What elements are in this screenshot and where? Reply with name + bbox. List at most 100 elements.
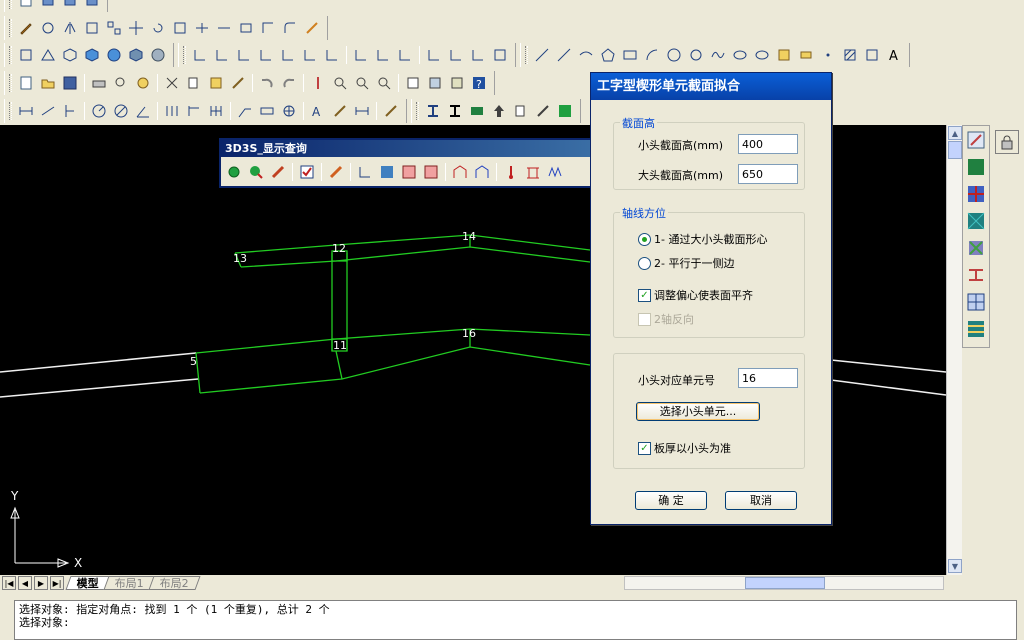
linear-dim-icon[interactable] bbox=[15, 100, 37, 122]
layer-icon[interactable] bbox=[965, 318, 987, 340]
paste-clip-icon[interactable] bbox=[205, 72, 227, 94]
cut-icon[interactable] bbox=[161, 72, 183, 94]
ucs-face-icon[interactable] bbox=[255, 44, 277, 66]
new-icon[interactable] bbox=[15, 0, 37, 11]
horizontal-scroll-thumb[interactable] bbox=[745, 577, 825, 589]
toolbar-grip[interactable] bbox=[9, 46, 12, 64]
frame-query-icon[interactable] bbox=[449, 161, 471, 183]
i-section-icon[interactable] bbox=[422, 100, 444, 122]
checkbox-checked[interactable]: ✓ bbox=[638, 288, 651, 302]
tolerance-icon[interactable] bbox=[256, 100, 278, 122]
ucs-z-icon[interactable] bbox=[394, 44, 416, 66]
toolbar-grip[interactable] bbox=[9, 0, 12, 9]
edit-icon[interactable] bbox=[37, 0, 59, 11]
redo-icon[interactable] bbox=[278, 72, 300, 94]
ucs-y-icon[interactable] bbox=[372, 44, 394, 66]
triangle-icon[interactable] bbox=[37, 44, 59, 66]
help-icon[interactable]: ? bbox=[468, 72, 490, 94]
ellipse-icon[interactable] bbox=[729, 44, 751, 66]
checkbox-unchecked[interactable] bbox=[638, 312, 651, 326]
move-icon[interactable] bbox=[125, 17, 147, 39]
construction-line-icon[interactable] bbox=[553, 44, 575, 66]
leader-icon[interactable] bbox=[234, 100, 256, 122]
radius-dim-icon[interactable] bbox=[88, 100, 110, 122]
checkbox-reverse-axis[interactable]: 2轴反向 bbox=[638, 311, 694, 327]
publish-icon[interactable] bbox=[132, 72, 154, 94]
baseline-dim-icon[interactable] bbox=[183, 100, 205, 122]
polyline-icon[interactable] bbox=[575, 44, 597, 66]
radio-button[interactable] bbox=[638, 256, 651, 270]
dim-text-edit-icon[interactable] bbox=[329, 100, 351, 122]
offset-icon[interactable] bbox=[81, 17, 103, 39]
make-block-icon[interactable] bbox=[795, 44, 817, 66]
section-query-icon[interactable] bbox=[398, 161, 420, 183]
member-query-icon[interactable] bbox=[267, 161, 289, 183]
checkbox-thickness[interactable]: ✓ 板厚以小头为准 bbox=[638, 440, 731, 456]
dimension-member-icon[interactable] bbox=[965, 264, 987, 286]
ucs-x-icon[interactable] bbox=[350, 44, 372, 66]
ok-button[interactable]: 确 定 bbox=[635, 491, 707, 510]
region-icon[interactable] bbox=[861, 44, 883, 66]
ucs-prev-icon[interactable] bbox=[233, 44, 255, 66]
print-icon[interactable] bbox=[88, 72, 110, 94]
ucs-apply-icon[interactable] bbox=[423, 44, 445, 66]
vertical-scrollbar[interactable]: ▲ ▼ bbox=[946, 125, 962, 575]
ucs-world-icon[interactable] bbox=[211, 44, 233, 66]
copy-icon[interactable] bbox=[59, 0, 81, 11]
polygon-icon[interactable] bbox=[597, 44, 619, 66]
zoom-previous-icon[interactable] bbox=[373, 72, 395, 94]
layer-query-icon[interactable] bbox=[376, 161, 398, 183]
new-file-icon[interactable] bbox=[15, 72, 37, 94]
radio-parallel[interactable]: 2- 平行于一侧边 bbox=[638, 255, 734, 271]
paste-icon[interactable] bbox=[81, 0, 103, 11]
revcloud-icon[interactable] bbox=[685, 44, 707, 66]
load-query-icon[interactable] bbox=[325, 161, 347, 183]
axis-query-icon[interactable] bbox=[354, 161, 376, 183]
chamfer-icon[interactable] bbox=[257, 17, 279, 39]
cube-icon[interactable] bbox=[59, 44, 81, 66]
solid-cube-icon[interactable] bbox=[81, 44, 103, 66]
dim-update-icon[interactable] bbox=[351, 100, 373, 122]
design-center-icon[interactable] bbox=[424, 72, 446, 94]
ucs-view-icon[interactable] bbox=[299, 44, 321, 66]
toolbar-grip[interactable] bbox=[183, 46, 186, 64]
sphere-icon[interactable] bbox=[103, 44, 125, 66]
horizontal-scrollbar[interactable] bbox=[624, 576, 944, 590]
array-icon[interactable] bbox=[103, 17, 125, 39]
spline-icon[interactable] bbox=[707, 44, 729, 66]
stretch-icon[interactable] bbox=[169, 17, 191, 39]
small-end-height-input[interactable]: 400 bbox=[738, 134, 798, 154]
arc-icon[interactable] bbox=[641, 44, 663, 66]
ordinate-dim-icon[interactable] bbox=[59, 100, 81, 122]
support-query-icon[interactable] bbox=[522, 161, 544, 183]
toolbar-grip[interactable] bbox=[9, 19, 12, 37]
delete-member-icon[interactable] bbox=[965, 237, 987, 259]
scroll-up-button[interactable]: ▲ bbox=[948, 126, 962, 140]
ucs-3pt-icon[interactable] bbox=[467, 44, 489, 66]
mtext-icon[interactable]: A bbox=[883, 44, 905, 66]
dim-style-icon[interactable] bbox=[380, 100, 402, 122]
large-end-height-input[interactable]: 650 bbox=[738, 164, 798, 184]
save-icon[interactable] bbox=[59, 72, 81, 94]
diameter-dim-icon[interactable] bbox=[110, 100, 132, 122]
insert-block-icon[interactable] bbox=[773, 44, 795, 66]
frame-3d-query-icon[interactable] bbox=[471, 161, 493, 183]
hatch-icon[interactable] bbox=[839, 44, 861, 66]
continue-dim-icon[interactable] bbox=[205, 100, 227, 122]
node-icon[interactable] bbox=[223, 161, 245, 183]
toolbar-grip[interactable] bbox=[9, 102, 12, 120]
draw-member-icon[interactable] bbox=[532, 100, 554, 122]
tab-layout2[interactable]: 布局2 bbox=[148, 576, 201, 590]
box-icon[interactable] bbox=[125, 44, 147, 66]
scroll-down-button[interactable]: ▼ bbox=[948, 559, 962, 573]
member-icon[interactable] bbox=[466, 100, 488, 122]
quick-dim-icon[interactable] bbox=[161, 100, 183, 122]
zoom-realtime-icon[interactable] bbox=[329, 72, 351, 94]
matchprop-icon[interactable] bbox=[227, 72, 249, 94]
lock-icon[interactable] bbox=[995, 130, 1019, 154]
scale-icon[interactable] bbox=[37, 17, 59, 39]
vertical-scroll-thumb[interactable] bbox=[948, 141, 962, 159]
node-query-icon[interactable] bbox=[245, 161, 267, 183]
pan-icon[interactable] bbox=[307, 72, 329, 94]
explode-icon[interactable] bbox=[301, 17, 323, 39]
